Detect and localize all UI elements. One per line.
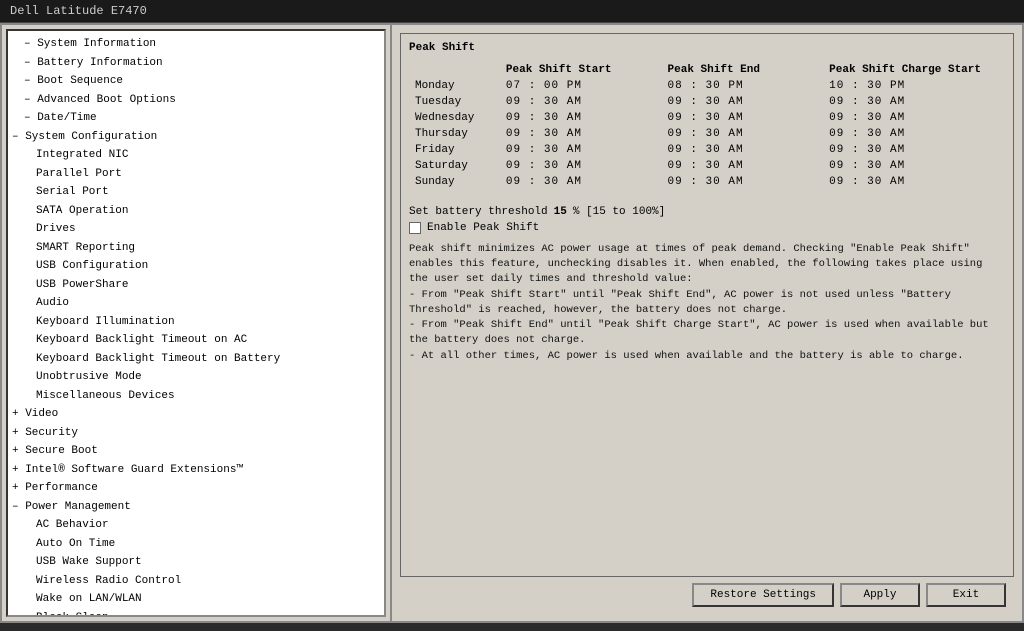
sidebar-item-kb-backlight-battery[interactable]: Keyboard Backlight Timeout on Battery xyxy=(8,350,384,369)
col-day xyxy=(409,62,500,78)
table-row: Saturday09 : 30 AM09 : 30 AM09 : 30 AM xyxy=(409,158,1005,174)
day-cell: Monday xyxy=(409,78,500,94)
charge-cell[interactable]: 09 : 30 AM xyxy=(823,126,1005,142)
sidebar-item-usb-wake[interactable]: USB Wake Support xyxy=(8,553,384,572)
peak-shift-description: Peak shift minimizes AC power usage at t… xyxy=(409,242,1005,568)
sidebar-item-unobtrusive-mode[interactable]: Unobtrusive Mode xyxy=(8,368,384,387)
charge-cell[interactable]: 09 : 30 AM xyxy=(823,94,1005,110)
day-cell: Saturday xyxy=(409,158,500,174)
sidebar-item-system-config[interactable]: – System Configuration xyxy=(8,128,384,147)
charge-cell[interactable]: 09 : 30 AM xyxy=(823,142,1005,158)
sidebar-item-security[interactable]: + Security xyxy=(8,424,384,443)
bottom-buttons: Restore Settings Apply Exit xyxy=(400,577,1014,613)
charge-cell[interactable]: 10 : 30 PM xyxy=(823,78,1005,94)
sidebar-item-usb-config[interactable]: USB Configuration xyxy=(8,257,384,276)
day-cell: Thursday xyxy=(409,126,500,142)
table-row: Tuesday09 : 30 AM09 : 30 AM09 : 30 AM xyxy=(409,94,1005,110)
right-panel: Peak Shift Peak Shift Start Peak Shift E… xyxy=(392,25,1022,621)
end-cell[interactable]: 08 : 30 PM xyxy=(662,78,824,94)
sidebar-item-block-sleep[interactable]: Block Sleep xyxy=(8,609,384,618)
description-line: - From "Peak Shift Start" until "Peak Sh… xyxy=(409,288,1005,318)
sidebar-item-date-time[interactable]: – Date/Time xyxy=(8,109,384,128)
apply-button[interactable]: Apply xyxy=(840,583,920,607)
sidebar-item-sata-operation[interactable]: SATA Operation xyxy=(8,202,384,221)
start-cell[interactable]: 07 : 00 PM xyxy=(500,78,662,94)
col-end: Peak Shift End xyxy=(662,62,824,78)
enable-peak-shift-checkbox[interactable] xyxy=(409,222,421,234)
start-cell[interactable]: 09 : 30 AM xyxy=(500,142,662,158)
end-cell[interactable]: 09 : 30 AM xyxy=(662,110,824,126)
col-start: Peak Shift Start xyxy=(500,62,662,78)
peak-shift-table: Peak Shift Start Peak Shift End Peak Shi… xyxy=(409,62,1005,190)
threshold-value: 15 xyxy=(554,206,567,218)
threshold-range: % [15 to 100%] xyxy=(573,206,665,218)
end-cell[interactable]: 09 : 30 AM xyxy=(662,94,824,110)
sidebar-item-usb-powershare[interactable]: USB PowerShare xyxy=(8,276,384,295)
sidebar-item-smart-reporting[interactable]: SMART Reporting xyxy=(8,239,384,258)
sidebar-item-battery-info[interactable]: – Battery Information xyxy=(8,54,384,73)
start-cell[interactable]: 09 : 30 AM xyxy=(500,158,662,174)
table-row: Sunday09 : 30 AM09 : 30 AM09 : 30 AM xyxy=(409,174,1005,190)
exit-button[interactable]: Exit xyxy=(926,583,1006,607)
sidebar-item-parallel-port[interactable]: Parallel Port xyxy=(8,165,384,184)
table-row: Friday09 : 30 AM09 : 30 AM09 : 30 AM xyxy=(409,142,1005,158)
sidebar-item-integrated-nic[interactable]: Integrated NIC xyxy=(8,146,384,165)
day-cell: Wednesday xyxy=(409,110,500,126)
day-cell: Sunday xyxy=(409,174,500,190)
sidebar-item-video[interactable]: + Video xyxy=(8,405,384,424)
sidebar-item-ac-behavior[interactable]: AC Behavior xyxy=(8,516,384,535)
table-row: Monday07 : 00 PM08 : 30 PM10 : 30 PM xyxy=(409,78,1005,94)
sidebar-item-keyboard-illumination[interactable]: Keyboard Illumination xyxy=(8,313,384,332)
main-container: – System Information– Battery Informatio… xyxy=(0,23,1024,623)
sidebar-item-audio[interactable]: Audio xyxy=(8,294,384,313)
sidebar-item-advanced-boot[interactable]: – Advanced Boot Options xyxy=(8,91,384,110)
description-line: Peak shift minimizes AC power usage at t… xyxy=(409,242,1005,288)
day-cell: Friday xyxy=(409,142,500,158)
end-cell[interactable]: 09 : 30 AM xyxy=(662,126,824,142)
day-cell: Tuesday xyxy=(409,94,500,110)
sidebar-item-auto-on-time[interactable]: Auto On Time xyxy=(8,535,384,554)
sidebar-item-intel-sge[interactable]: + Intel® Software Guard Extensions™ xyxy=(8,461,384,480)
battery-threshold-row: Set battery threshold 15 % [15 to 100%] xyxy=(409,206,1005,218)
start-cell[interactable]: 09 : 30 AM xyxy=(500,126,662,142)
description-line: - At all other times, AC power is used w… xyxy=(409,349,1005,364)
start-cell[interactable]: 09 : 30 AM xyxy=(500,110,662,126)
sidebar-item-kb-backlight-ac[interactable]: Keyboard Backlight Timeout on AC xyxy=(8,331,384,350)
title-bar: Dell Latitude E7470 xyxy=(0,0,1024,23)
threshold-label: Set battery threshold xyxy=(409,206,548,218)
description-line: - From "Peak Shift End" until "Peak Shif… xyxy=(409,318,1005,348)
end-cell[interactable]: 09 : 30 AM xyxy=(662,174,824,190)
sidebar-item-power-management[interactable]: – Power Management xyxy=(8,498,384,517)
start-cell[interactable]: 09 : 30 AM xyxy=(500,94,662,110)
end-cell[interactable]: 09 : 30 AM xyxy=(662,142,824,158)
charge-cell[interactable]: 09 : 30 AM xyxy=(823,110,1005,126)
enable-peak-shift-label: Enable Peak Shift xyxy=(427,222,539,234)
sidebar-item-boot-sequence[interactable]: – Boot Sequence xyxy=(8,72,384,91)
charge-cell[interactable]: 09 : 30 AM xyxy=(823,174,1005,190)
table-row: Thursday09 : 30 AM09 : 30 AM09 : 30 AM xyxy=(409,126,1005,142)
table-row: Wednesday09 : 30 AM09 : 30 AM09 : 30 AM xyxy=(409,110,1005,126)
enable-peak-shift-row[interactable]: Enable Peak Shift xyxy=(409,222,1005,234)
start-cell[interactable]: 09 : 30 AM xyxy=(500,174,662,190)
sidebar-item-wireless-radio[interactable]: Wireless Radio Control xyxy=(8,572,384,591)
sidebar-item-misc-devices[interactable]: Miscellaneous Devices xyxy=(8,387,384,406)
peak-shift-section: Peak Shift Peak Shift Start Peak Shift E… xyxy=(400,33,1014,577)
col-charge: Peak Shift Charge Start xyxy=(823,62,1005,78)
end-cell[interactable]: 09 : 30 AM xyxy=(662,158,824,174)
peak-shift-title: Peak Shift xyxy=(409,42,1005,54)
sidebar-item-system-info[interactable]: – System Information xyxy=(8,35,384,54)
sidebar-item-performance[interactable]: + Performance xyxy=(8,479,384,498)
restore-button[interactable]: Restore Settings xyxy=(692,583,834,607)
charge-cell[interactable]: 09 : 30 AM xyxy=(823,158,1005,174)
title-text: Dell Latitude E7470 xyxy=(10,4,147,18)
sidebar-item-wake-lan[interactable]: Wake on LAN/WLAN xyxy=(8,590,384,609)
sidebar-item-serial-port[interactable]: Serial Port xyxy=(8,183,384,202)
nav-tree[interactable]: – System Information– Battery Informatio… xyxy=(6,29,386,617)
sidebar-item-secure-boot[interactable]: + Secure Boot xyxy=(8,442,384,461)
left-panel: – System Information– Battery Informatio… xyxy=(2,25,392,621)
sidebar-item-drives[interactable]: Drives xyxy=(8,220,384,239)
